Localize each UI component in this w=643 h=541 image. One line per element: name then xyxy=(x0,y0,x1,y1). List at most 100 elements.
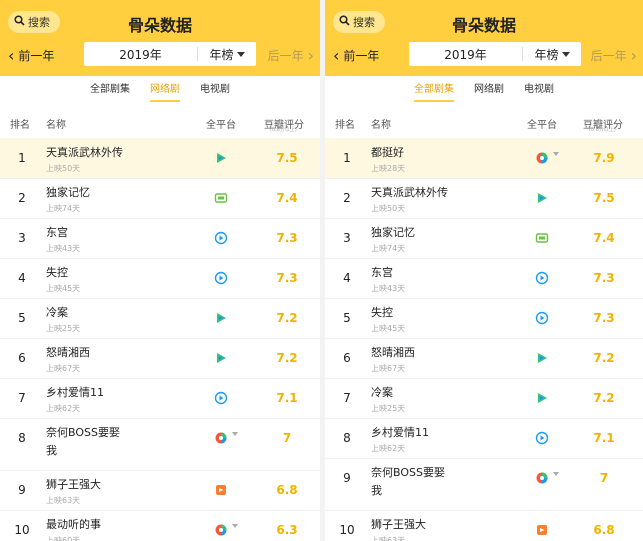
youku-platform-icon xyxy=(214,230,228,245)
douban-score: 7.1 xyxy=(593,431,615,445)
youku-platform-icon xyxy=(535,430,549,445)
show-title: 独家记忆 xyxy=(371,226,415,239)
rank-number: 5 xyxy=(343,311,351,325)
youku-platform-icon xyxy=(214,390,228,405)
table-row[interactable]: 8 奈何BOSS要娶我 7 xyxy=(0,418,320,471)
days-since-release: 上映63天 xyxy=(371,536,406,541)
days-since-release: 上映74天 xyxy=(371,244,406,253)
multi-platform-icon xyxy=(535,150,549,164)
list-type-value: 年榜 xyxy=(534,47,559,62)
table-row[interactable]: 4 失控 上映45天 7.3 xyxy=(0,258,320,299)
douban-score: 7.2 xyxy=(593,391,615,405)
rank-number: 9 xyxy=(343,471,351,485)
youku-platform-icon xyxy=(214,270,228,285)
rank-number: 7 xyxy=(18,391,26,405)
rank-number: 1 xyxy=(18,151,26,165)
show-title: 失控 xyxy=(371,306,393,319)
list-type-dropdown[interactable]: 年榜 xyxy=(523,46,581,63)
table-row[interactable]: 4 东宫 上映43天 7.3 xyxy=(325,258,643,299)
table-row[interactable]: 10 狮子王强大 上映63天 6.8 xyxy=(325,510,643,541)
table-row[interactable]: 3 独家记忆 上映74天 7.4 xyxy=(325,218,643,259)
tencent-platform-icon xyxy=(535,390,549,404)
show-title: 乡村爱情11 xyxy=(371,426,429,439)
table-row[interactable]: 8 乡村爱情11 上映62天 7.1 xyxy=(325,418,643,459)
mango-platform-icon xyxy=(214,482,228,496)
show-title: 天真派武林外传 xyxy=(46,146,123,159)
table-row[interactable]: 5 失控 上映45天 7.3 xyxy=(325,298,643,339)
rank-number: 6 xyxy=(18,351,26,365)
tencent-platform-icon xyxy=(214,150,228,164)
table-row[interactable]: 1 天真派武林外传 上映50天 7.5 xyxy=(0,138,320,179)
chevron-right-icon: › xyxy=(307,45,314,65)
douban-score: 7.2 xyxy=(593,351,615,365)
app-header: 搜索 骨朵数据 ‹ 前一年 后一年 › 2019年 年榜 xyxy=(0,0,320,76)
next-year-button[interactable]: 后一年 › xyxy=(268,47,314,64)
days-since-release: 上映67天 xyxy=(371,364,406,373)
days-since-release: 上映67天 xyxy=(46,364,81,373)
multi-platform-icon xyxy=(214,522,228,536)
table-row[interactable]: 2 独家记忆 上映74天 7.4 xyxy=(0,178,320,219)
tab-tv[interactable]: 电视剧 xyxy=(524,80,554,102)
rank-number: 10 xyxy=(14,523,30,537)
tab-tv[interactable]: 电视剧 xyxy=(200,80,230,102)
table-row[interactable]: 10 最动听的事 上映60天 6.3 xyxy=(0,510,320,541)
next-year-label: 后一年 xyxy=(267,49,304,63)
year-value: 2019年 xyxy=(119,47,162,62)
tencent-platform-icon xyxy=(214,310,228,324)
table-row[interactable]: 7 乡村爱情11 上映62天 7.1 xyxy=(0,378,320,419)
table-row[interactable]: 2 天真派武林外传 上映50天 7.5 xyxy=(325,178,643,219)
year-selector[interactable]: 2019年 年榜 xyxy=(409,42,581,66)
youku-platform-icon xyxy=(535,310,549,325)
column-rank: 排名 xyxy=(335,120,355,131)
show-title: 怒晴湘西 xyxy=(46,346,90,359)
table-row[interactable]: 7 冷案 上映25天 7.2 xyxy=(325,378,643,419)
days-since-release: 上映50天 xyxy=(371,204,406,213)
table-row[interactable]: 6 怒晴湘西 上映67天 7.2 xyxy=(0,338,320,379)
table-row[interactable]: 9 狮子王强大 上映63天 6.8 xyxy=(0,470,320,511)
year-selector[interactable]: 2019年 年榜 xyxy=(84,42,256,66)
platform-dropdown-icon[interactable] xyxy=(553,472,559,476)
table-row[interactable]: 1 都挺好 上映28天 7.9 xyxy=(325,138,643,179)
douban-score: 6.8 xyxy=(276,483,298,497)
rank-number: 2 xyxy=(18,191,26,205)
rank-number: 7 xyxy=(343,391,351,405)
table-header: 排名 名称 全平台 豆瓣评分 (8.8分以上) xyxy=(325,112,643,138)
prev-year-label: 前一年 xyxy=(343,49,380,63)
days-since-release: 上映62天 xyxy=(371,444,406,453)
column-rank: 排名 xyxy=(10,120,30,131)
table-row[interactable]: 5 冷案 上映25天 7.2 xyxy=(0,298,320,339)
show-title: 狮子王强大 xyxy=(371,518,426,531)
tab-all[interactable]: 全部剧集 xyxy=(414,80,454,102)
douban-score: 7.3 xyxy=(276,271,298,285)
list-type-dropdown[interactable]: 年榜 xyxy=(198,46,256,63)
table-row[interactable]: 9 奈何BOSS要娶我 7 xyxy=(325,458,643,511)
tab-all[interactable]: 全部剧集 xyxy=(90,80,130,102)
show-title-continued: 我 xyxy=(46,444,57,457)
tab-web[interactable]: 网络剧 xyxy=(150,80,180,102)
douban-score: 7.4 xyxy=(276,191,298,205)
douban-score: 6.8 xyxy=(593,523,615,537)
rank-number: 1 xyxy=(343,151,351,165)
chevron-right-icon: › xyxy=(630,45,637,65)
prev-year-button[interactable]: ‹ 前一年 xyxy=(8,47,54,64)
show-title: 冷案 xyxy=(371,386,393,399)
douban-score: 7 xyxy=(599,471,609,485)
platform-dropdown-icon[interactable] xyxy=(232,432,238,436)
tab-web[interactable]: 网络剧 xyxy=(474,80,504,102)
show-title: 天真派武林外传 xyxy=(371,186,448,199)
platform-dropdown-icon[interactable] xyxy=(553,152,559,156)
rank-number: 9 xyxy=(18,483,26,497)
next-year-button[interactable]: 后一年 › xyxy=(591,47,637,64)
platform-dropdown-icon[interactable] xyxy=(232,524,238,528)
category-tabs: 全部剧集 网络剧 电视剧 xyxy=(325,80,643,102)
days-since-release: 上映43天 xyxy=(371,284,406,293)
rank-number: 3 xyxy=(18,231,26,245)
app-title: 骨朵数据 xyxy=(451,16,516,35)
category-tabs: 全部剧集 网络剧 电视剧 xyxy=(0,80,320,102)
table-row[interactable]: 3 东宫 上映43天 7.3 xyxy=(0,218,320,259)
show-title: 狮子王强大 xyxy=(46,478,101,491)
days-since-release: 上映60天 xyxy=(46,536,81,541)
table-row[interactable]: 6 怒晴湘西 上映67天 7.2 xyxy=(325,338,643,379)
prev-year-button[interactable]: ‹ 前一年 xyxy=(333,47,379,64)
iqiyi-platform-icon xyxy=(535,230,549,244)
